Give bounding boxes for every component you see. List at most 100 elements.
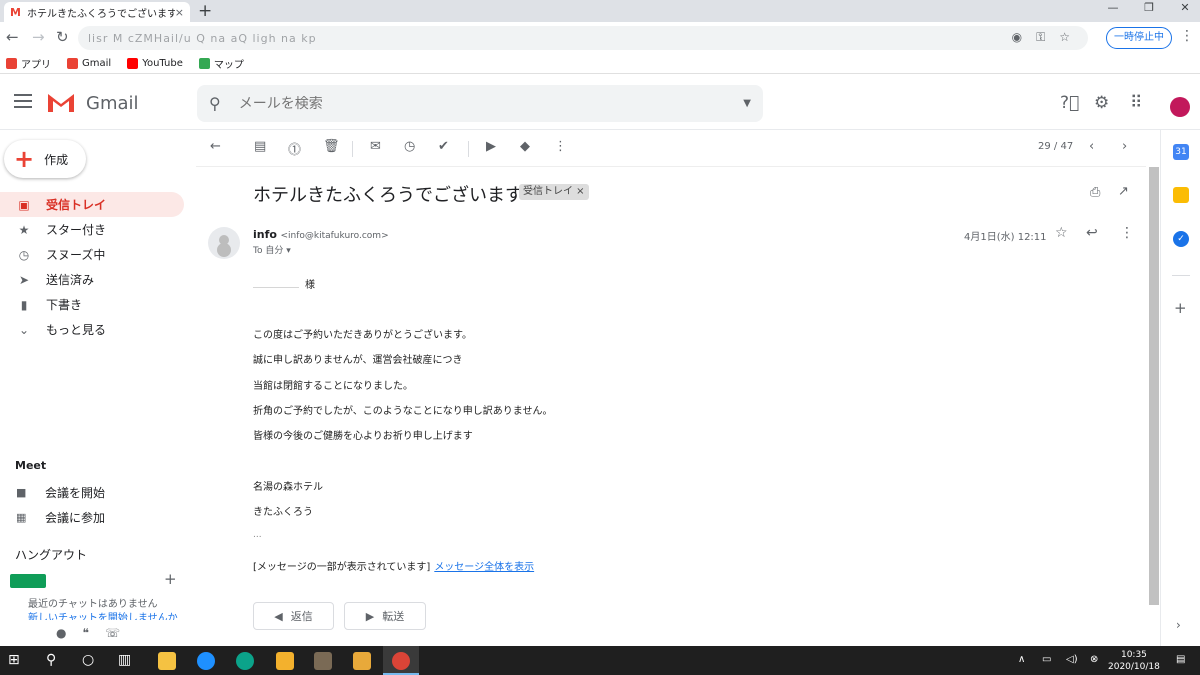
bookmark-youtube[interactable]: YouTube xyxy=(127,58,183,69)
more-options-icon[interactable]: ⋮ xyxy=(554,139,567,154)
label-icon[interactable]: ◆ xyxy=(520,139,530,154)
new-tab-button[interactable]: + xyxy=(198,1,212,21)
app-icon[interactable] xyxy=(314,652,332,670)
body-line: この度はご予約いただきありがとうございます。 xyxy=(253,330,472,341)
search-input[interactable] xyxy=(238,95,744,112)
view-full-message-link[interactable]: メッセージ全体を表示 xyxy=(434,562,534,573)
media-app-icon[interactable] xyxy=(353,652,371,670)
forward-icon[interactable]: → xyxy=(32,28,45,46)
url-bar[interactable]: lisr M cZMHail/u Q na aQ ligh na kp xyxy=(78,26,1088,50)
chrome-menu-icon[interactable]: ⋮ xyxy=(1180,28,1194,44)
file-explorer-icon[interactable] xyxy=(276,652,294,670)
chrome-icon xyxy=(392,652,410,670)
older-chevron-icon[interactable]: › xyxy=(1122,139,1127,154)
tab-strip: M ホテルきたふくろうでございます - koui × + — ❐ ✕ xyxy=(0,0,1200,22)
reply-icon[interactable]: ↩ xyxy=(1086,225,1098,241)
move-to-icon[interactable]: ▶ xyxy=(486,139,496,154)
newer-chevron-icon[interactable]: ‹ xyxy=(1089,139,1094,154)
key-icon[interactable]: ⚿ xyxy=(1036,30,1045,45)
meet-start-item[interactable]: ■ 会議を開始 xyxy=(16,484,105,501)
search-options-icon[interactable]: ▼ xyxy=(743,98,751,109)
main-menu-icon[interactable] xyxy=(14,94,32,112)
sync-paused-button[interactable]: 一時停止中 xyxy=(1106,27,1172,49)
new-chat-plus-icon[interactable]: + xyxy=(164,570,177,588)
meet-join-item[interactable]: ▦ 会議に参加 xyxy=(16,509,105,526)
edge-icon[interactable] xyxy=(236,652,254,670)
bookmark-apps[interactable]: アプリ xyxy=(6,56,51,71)
sidebar-item-drafts[interactable]: ▮ 下書き xyxy=(0,292,184,317)
windows-start-icon[interactable]: ⊞ xyxy=(8,652,20,668)
phone-icon[interactable]: ☏ xyxy=(105,626,120,640)
task-view-icon[interactable]: ▥ xyxy=(118,652,131,668)
forward-button[interactable]: ▶ 転送 xyxy=(344,602,426,630)
sidebar-item-starred[interactable]: ★ スター付き xyxy=(0,217,184,242)
sidebar-item-more[interactable]: ⌄ もっと見る xyxy=(0,317,184,342)
greeting-line: 様 xyxy=(253,276,315,291)
tab-title: ホテルきたふくろうでございます - koui xyxy=(26,8,175,20)
reply-button[interactable]: ◀ 返信 xyxy=(253,602,334,630)
archive-icon[interactable]: ▤ xyxy=(254,139,266,154)
tasks-icon[interactable]: ✓ xyxy=(1173,231,1189,247)
recipient-dropdown[interactable]: To 自分 ▾ xyxy=(253,243,291,256)
reload-icon[interactable]: ↻ xyxy=(56,28,69,46)
tray-chevron-icon[interactable]: ∧ xyxy=(1018,654,1025,665)
cortana-circle-icon[interactable]: ○ xyxy=(82,652,94,668)
apps-grid-icon[interactable]: ⠿ xyxy=(1130,93,1142,113)
gmail-logo-icon[interactable] xyxy=(46,92,76,114)
message-more-icon[interactable]: ⋮ xyxy=(1120,225,1134,241)
draft-icon: ▮ xyxy=(20,297,28,312)
snooze-icon[interactable]: ◷ xyxy=(404,139,415,154)
contacts-person-icon[interactable]: ● xyxy=(56,626,66,640)
bookmark-star-icon[interactable]: ☆ xyxy=(1059,30,1070,45)
open-new-window-icon[interactable]: ↗ xyxy=(1118,184,1129,199)
sidebar-item-snoozed[interactable]: ◷ スヌーズ中 xyxy=(0,242,184,267)
back-icon[interactable]: ← xyxy=(6,28,19,46)
get-addons-plus-icon[interactable]: + xyxy=(1174,299,1187,317)
expand-panel-chevron-icon[interactable]: › xyxy=(1176,618,1181,632)
sidebar-item-inbox[interactable]: ▣ 受信トレイ xyxy=(0,192,184,217)
gmail-header: Gmail ⚲ ▼ ?⃝ ⚙ ⠿ xyxy=(0,76,1200,130)
browser-tab[interactable]: M ホテルきたふくろうでございます - koui × xyxy=(4,2,190,22)
delete-icon[interactable]: 🗑 xyxy=(323,139,340,154)
search-bar[interactable]: ⚲ ▼ xyxy=(197,85,763,122)
message-toolbar: ← ▤ ⓵ 🗑 ✉ ◷ ✔ ▶ ◆ ⋮ 29 / 47 ‹ › xyxy=(196,131,1146,167)
gmail-icon xyxy=(67,58,78,69)
volume-icon[interactable]: ◁) xyxy=(1066,654,1078,665)
settings-gear-icon[interactable]: ⚙ xyxy=(1094,93,1109,113)
search-icon[interactable]: ⚲ xyxy=(209,94,221,113)
account-avatar[interactable] xyxy=(1170,97,1190,117)
inbox-label-chip[interactable]: 受信トレイ × xyxy=(519,184,589,200)
internet-explorer-icon[interactable] xyxy=(197,652,215,670)
add-task-icon[interactable]: ✔ xyxy=(438,139,449,154)
trimmed-content-ellipsis[interactable]: ... xyxy=(253,530,262,540)
gmail-favicon-icon: M xyxy=(10,5,21,19)
compose-button[interactable]: + 作成 xyxy=(4,140,86,178)
tab-close-icon[interactable]: × xyxy=(175,6,184,19)
message-date: 4月1日(水) 12:11 xyxy=(964,232,1047,243)
bookmark-gmail[interactable]: Gmail xyxy=(67,58,111,69)
notifications-icon[interactable]: ▤ xyxy=(1176,654,1185,665)
close-window-button[interactable]: ✕ xyxy=(1162,0,1200,18)
star-message-icon[interactable]: ☆ xyxy=(1055,225,1068,241)
battery-icon[interactable]: ▭ xyxy=(1042,654,1051,665)
hangouts-status-icon[interactable] xyxy=(10,574,46,588)
network-icon[interactable]: ⊗ xyxy=(1090,654,1098,665)
eye-icon[interactable]: ◉ xyxy=(1012,30,1022,45)
signature-line: 名湯の森ホテル xyxy=(253,482,323,493)
mark-unread-icon[interactable]: ✉ xyxy=(370,139,381,154)
hangouts-quote-icon[interactable]: ❝ xyxy=(82,626,88,640)
scrollbar[interactable] xyxy=(1149,167,1159,605)
address-bar-row: ← → ↻ lisr M cZMHail/u Q na aQ ligh na k… xyxy=(0,22,1200,54)
start-chat-link[interactable]: 新しいチャットを開始しませんか xyxy=(28,612,178,620)
print-icon[interactable]: ⎙ xyxy=(1090,185,1100,200)
calendar-icon[interactable]: 31 xyxy=(1173,144,1189,160)
bookmark-maps[interactable]: マップ xyxy=(198,56,244,71)
media-player-icon[interactable] xyxy=(158,652,176,670)
search-icon[interactable]: ⚲ xyxy=(46,652,56,668)
help-icon[interactable]: ?⃝ xyxy=(1060,93,1079,113)
sidebar-item-sent[interactable]: ➤ 送信済み xyxy=(0,267,184,292)
system-clock[interactable]: 10:35 2020/10/18 xyxy=(1108,649,1160,673)
report-spam-icon[interactable]: ⓵ xyxy=(288,139,301,158)
back-to-inbox-icon[interactable]: ← xyxy=(210,139,221,154)
keep-icon[interactable] xyxy=(1173,187,1189,203)
